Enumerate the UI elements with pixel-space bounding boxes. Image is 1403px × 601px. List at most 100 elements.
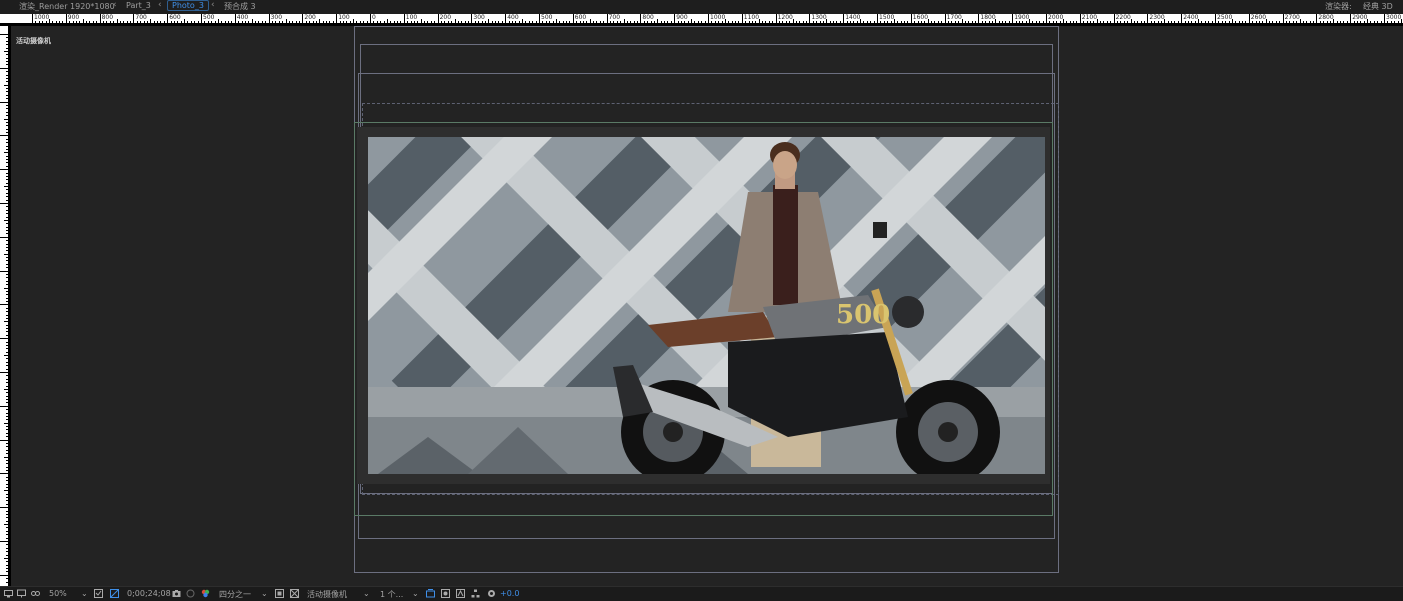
ruler-major-tick — [606, 14, 608, 26]
renderer-value[interactable]: 经典 3D — [1363, 1, 1393, 12]
ruler-major-tick — [944, 14, 946, 26]
breadcrumb-part3[interactable]: Part_3 — [126, 1, 151, 10]
ruler-minor-tick — [140, 21, 142, 26]
ruler-minor-tick — [6, 399, 11, 401]
snapshot-camera-icon[interactable] — [172, 589, 181, 598]
ruler-minor-tick — [241, 21, 243, 26]
ruler-minor-tick — [153, 21, 155, 26]
photo-layer[interactable]: 500 — [368, 137, 1045, 474]
ruler-minor-tick — [4, 355, 11, 357]
ruler-minor-tick — [6, 250, 11, 252]
ruler-label: 2300 — [1149, 14, 1165, 21]
ruler-major-tick — [302, 14, 304, 26]
ruler-label: 300 — [473, 14, 485, 21]
ruler-minor-tick — [1177, 21, 1179, 26]
ruler-minor-tick — [113, 21, 115, 26]
ruler-minor-tick — [285, 19, 287, 26]
ruler-minor-tick — [1296, 21, 1298, 26]
exposure-reset-icon[interactable] — [487, 589, 496, 598]
color-channels-icon[interactable] — [201, 589, 210, 598]
ruler-minor-tick — [1353, 21, 1355, 26]
ruler-minor-tick — [1373, 21, 1375, 26]
chevron-down-icon[interactable]: ⌄ — [412, 589, 419, 598]
ruler-minor-tick — [1218, 21, 1220, 26]
vr-goggles-icon[interactable] — [31, 589, 40, 598]
ruler-minor-tick — [79, 21, 81, 26]
ruler-minor-tick — [1137, 21, 1139, 26]
zoom-select[interactable]: 50% — [49, 589, 67, 598]
ruler-major-tick — [32, 14, 33, 26]
ruler-minor-tick — [4, 253, 11, 255]
ruler-minor-tick — [6, 213, 11, 215]
ruler-label: 1300 — [811, 14, 827, 21]
ruler-minor-tick — [6, 196, 11, 198]
toggle-mask-icon[interactable] — [441, 589, 450, 598]
ruler-minor-tick — [6, 449, 11, 451]
ruler-minor-tick — [6, 148, 11, 150]
ruler-minor-tick — [1255, 21, 1257, 26]
fit-view-icon[interactable] — [94, 589, 103, 598]
chevron-down-icon[interactable]: ⌄ — [261, 589, 268, 598]
ruler-label: 400 — [236, 14, 249, 21]
transparency-grid-icon[interactable] — [110, 589, 119, 598]
resolution-select[interactable]: 四分之一 — [219, 589, 251, 600]
ruler-minor-tick — [1069, 21, 1071, 26]
ruler-minor-tick — [6, 368, 11, 370]
ruler-minor-tick — [6, 530, 11, 532]
ruler-major-tick — [877, 14, 878, 26]
ruler-minor-tick — [1127, 21, 1129, 26]
ruler-minor-tick — [160, 21, 162, 26]
chevron-down-icon[interactable]: ⌄ — [363, 589, 370, 598]
breadcrumb-render-comp[interactable]: 渲染_Render 1920*1080 — [19, 1, 115, 12]
ruler-minor-tick — [1103, 21, 1105, 26]
ruler-minor-tick — [6, 480, 11, 482]
share-view-icon[interactable] — [426, 589, 435, 598]
display-icon[interactable] — [17, 589, 26, 598]
show-snapshot-icon[interactable] — [186, 589, 195, 598]
ruler-minor-tick — [4, 557, 11, 559]
exposure-value[interactable]: +0.0 — [500, 589, 519, 598]
ruler-minor-tick — [6, 348, 11, 350]
view-layout-select[interactable]: 1 个... — [380, 589, 403, 600]
ruler-minor-tick — [4, 524, 11, 526]
ruler-minor-tick — [1164, 19, 1166, 26]
ruler-minor-tick — [6, 463, 11, 465]
draft-3d-icon[interactable] — [456, 589, 465, 598]
ruler-minor-tick — [1377, 21, 1379, 26]
flowchart-icon[interactable] — [471, 589, 480, 598]
always-preview-icon[interactable] — [4, 589, 13, 598]
ruler-minor-tick — [1252, 21, 1254, 26]
3d-view-select[interactable]: 活动摄像机 — [307, 589, 347, 600]
ruler-major-tick — [809, 14, 811, 26]
ruler-minor-tick — [6, 257, 11, 259]
ruler-minor-tick — [6, 459, 11, 461]
ruler-major-tick — [437, 14, 439, 26]
ruler-minor-tick — [6, 40, 11, 42]
horizontal-ruler[interactable]: 1000 900 800 700 600 500 400 300 200 100 0 100 200 30… — [0, 14, 1403, 26]
ruler-minor-tick — [6, 395, 11, 397]
ruler-label: 2500 — [1217, 14, 1233, 21]
region-of-interest-icon[interactable] — [275, 589, 284, 598]
ruler-minor-tick — [893, 19, 895, 26]
current-time[interactable]: 0;00;24;08 — [127, 589, 171, 598]
breadcrumb-photo3[interactable]: Photo_3 — [167, 0, 209, 11]
vertical-ruler[interactable] — [0, 26, 11, 586]
breadcrumb-precomp3[interactable]: 预合成 3 — [224, 1, 256, 12]
chevron-down-icon[interactable]: ⌄ — [81, 589, 88, 598]
ruler-label: 1800 — [980, 14, 996, 21]
ruler-minor-tick — [89, 21, 91, 26]
ruler-minor-tick — [6, 537, 11, 539]
ruler-minor-tick — [6, 476, 11, 478]
transparency-toggle-icon[interactable] — [290, 589, 299, 598]
ruler-minor-tick — [6, 226, 11, 228]
ruler-minor-tick — [1400, 19, 1402, 26]
ruler-minor-tick — [55, 21, 57, 26]
ruler-minor-tick — [1231, 19, 1233, 26]
ruler-minor-tick — [6, 534, 11, 536]
ruler-major-tick — [910, 14, 912, 26]
ruler-minor-tick — [6, 223, 11, 225]
ruler-minor-tick — [38, 21, 40, 26]
ruler-minor-tick — [4, 152, 11, 154]
ruler-label: 2700 — [1284, 14, 1300, 21]
ruler-minor-tick — [275, 21, 277, 26]
